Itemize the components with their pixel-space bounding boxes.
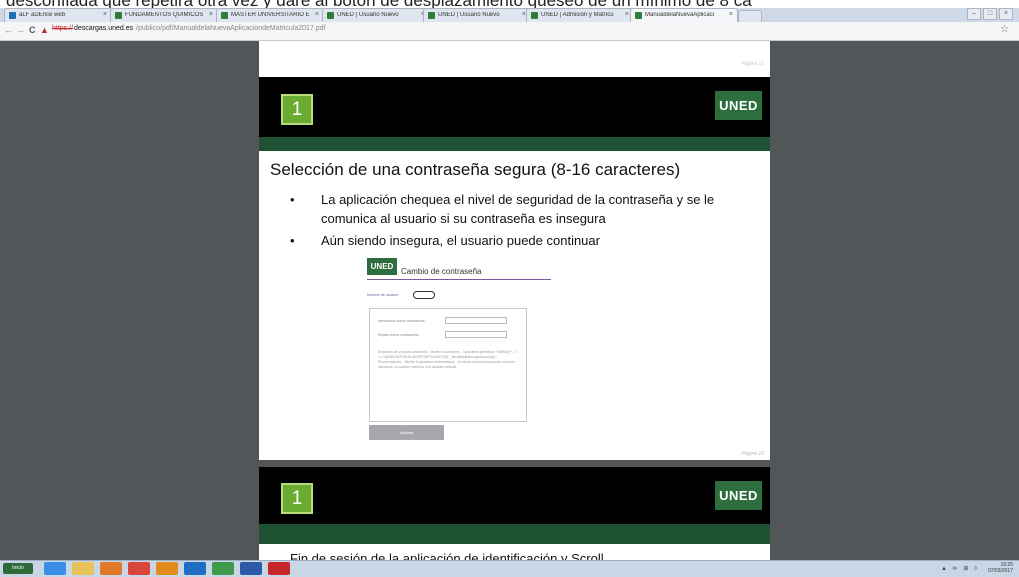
tab-label: UNED | Usuario Nuevo [337,12,399,18]
form-requirements-text: Requisitos de la nueva contraseña: - Mín… [378,350,519,369]
folder-icon[interactable] [72,562,94,575]
tab-5[interactable]: UNED | Usuario Nuevo × [423,8,531,22]
bullet-dot: • [290,233,295,248]
start-button[interactable]: Inicio [3,563,33,574]
overlay-text: desconfiada que repetirá otra vez y daré… [6,0,752,8]
close-tab-icon[interactable]: × [315,11,319,18]
tab-label: MÁSTER UNIVERSITARIO E [231,12,310,18]
page-number-label: Página 16 [741,61,764,67]
form-panel: Introduzca nueva contraseña: Repita nuev… [369,308,527,422]
close-tab-icon[interactable]: × [625,11,629,18]
form-new-password-label: Introduzca nueva contraseña: [378,319,426,323]
slide-number-badge: 1 [281,94,313,125]
form-username-field [413,291,435,299]
minimize-button[interactable]: – [967,8,981,20]
tab-4[interactable]: UNED | Usuario Nuevo× [322,8,430,22]
browser-tab-bar: aLF aDEnce web × FUNDAMENTOS QUÍMICOS × MÁ… [0,6,1019,23]
url-domain: descargas.uned.es [74,25,134,32]
pdf-page: Página 16 1 UNED Selección de una contra… [259,41,770,460]
reload-icon[interactable]: C [29,25,36,35]
windows-taskbar: Inicio ▲ ⊳ ⊞ ◊ 19:25 07/03/2017 [0,560,1019,577]
form-username-label: Nombre de usuario: [367,293,399,297]
url-field[interactable]: ▲ https:// descargas.uned.es /publico/pd… [40,24,990,37]
slide-green-band [259,137,770,151]
form-uned-logo: UNED [367,258,397,275]
uned-logo: UNED [715,91,762,120]
close-tab-icon[interactable]: × [729,11,733,18]
close-window-button[interactable]: × [999,8,1013,20]
maximize-button[interactable]: □ [983,8,997,20]
tab-label: UNED | Usuario Nuevo [438,12,500,18]
tab-7-active[interactable]: ManualdelaNuevaAplicaci × [630,8,738,22]
bullet-item: • Aún siendo insegura, el usuario puede … [290,231,750,250]
firefox-icon[interactable] [156,562,178,575]
form-accept-button: Aceptar [369,425,444,440]
uned-logo: UNED [715,481,762,510]
tab-2[interactable]: FUNDAMENTOS QUÍMICOS × [110,8,218,22]
tab-6[interactable]: UNED | Admisión y Matrícu × [526,8,634,22]
insecure-warning-icon[interactable]: ▲ [40,25,49,35]
slide-title: Selección de una contraseña segura (8-16… [270,160,681,179]
green-app-icon[interactable] [212,562,234,575]
favicon-icon [635,12,642,19]
overlay-caption: desconfiada que repetirá otra vez y daré… [0,0,1019,8]
back-icon[interactable]: ← [4,25,13,35]
slide-green-band [259,524,770,544]
tab-1[interactable]: aLF aDEnce web × [4,8,112,22]
favicon-icon [428,12,435,19]
favicon-icon [221,12,228,19]
favicon-icon [115,12,122,19]
page-number-label: Página 16 [741,451,764,457]
slide-number-badge: 1 [281,483,313,514]
ie-icon[interactable] [44,562,66,575]
tab-3[interactable]: MÁSTER UNIVERSITARIO E × [216,8,324,22]
url-path: /publico/pdf/ManualdelaNuevaAplicacionde… [136,25,326,32]
clock[interactable]: 19:25 07/03/2017 [988,562,1013,574]
form-title: Cambio de contraseña [401,267,482,276]
pdf-viewer[interactable]: Página 16 1 UNED Selección de una contra… [0,41,1019,560]
next-slide-text: Fin de sesión de la aplicación de identi… [290,551,615,560]
word-icon[interactable] [240,562,262,575]
slide-header-band [259,467,770,524]
forward-icon[interactable]: → [16,25,25,35]
form-repeat-password-label: Repita nueva contraseña: [378,333,419,337]
form-divider [367,279,551,280]
embedded-password-form: UNED Cambio de contraseña Nombre de usua… [367,251,551,451]
page-top-white [259,41,770,69]
tab-label: ManualdelaNuevaAplicaci [645,12,715,18]
favicon-icon [9,12,16,19]
acrobat-icon[interactable] [268,562,290,575]
chrome-icon[interactable] [128,562,150,575]
form-new-password-field [445,317,507,324]
window-controls: – □ × [967,8,1013,20]
bullet-text: Aún siendo insegura, el usuario puede co… [321,233,600,248]
tab-label: FUNDAMENTOS QUÍMICOS [125,12,204,18]
media-player-icon[interactable] [100,562,122,575]
close-tab-icon[interactable]: × [209,11,213,18]
favicon-icon [531,12,538,19]
bookmark-star-icon[interactable]: ☆ [1000,24,1009,35]
outlook-icon[interactable] [184,562,206,575]
url-scheme: https:// [52,25,74,32]
bullet-dot: • [290,192,295,207]
bullet-text: La aplicación chequea el nivel de seguri… [321,192,715,226]
address-bar: ← → C ▲ https:// descargas.uned.es /publ… [0,22,1019,41]
system-tray-icons[interactable]: ▲ ⊳ ⊞ ◊ [941,565,979,572]
form-repeat-password-field [445,331,507,338]
slide-header-band [259,77,770,137]
favicon-icon [327,12,334,19]
tab-label: UNED | Admisión y Matrícu [541,12,614,18]
tab-label: aLF aDEnce web [19,12,66,18]
pdf-page-next: 1 UNED Fin de sesión de la aplicación de… [259,467,770,560]
bullet-item: • La aplicación chequea el nivel de segu… [290,190,750,228]
close-tab-icon[interactable]: × [103,11,107,18]
clock-date: 07/03/2017 [987,568,1013,574]
